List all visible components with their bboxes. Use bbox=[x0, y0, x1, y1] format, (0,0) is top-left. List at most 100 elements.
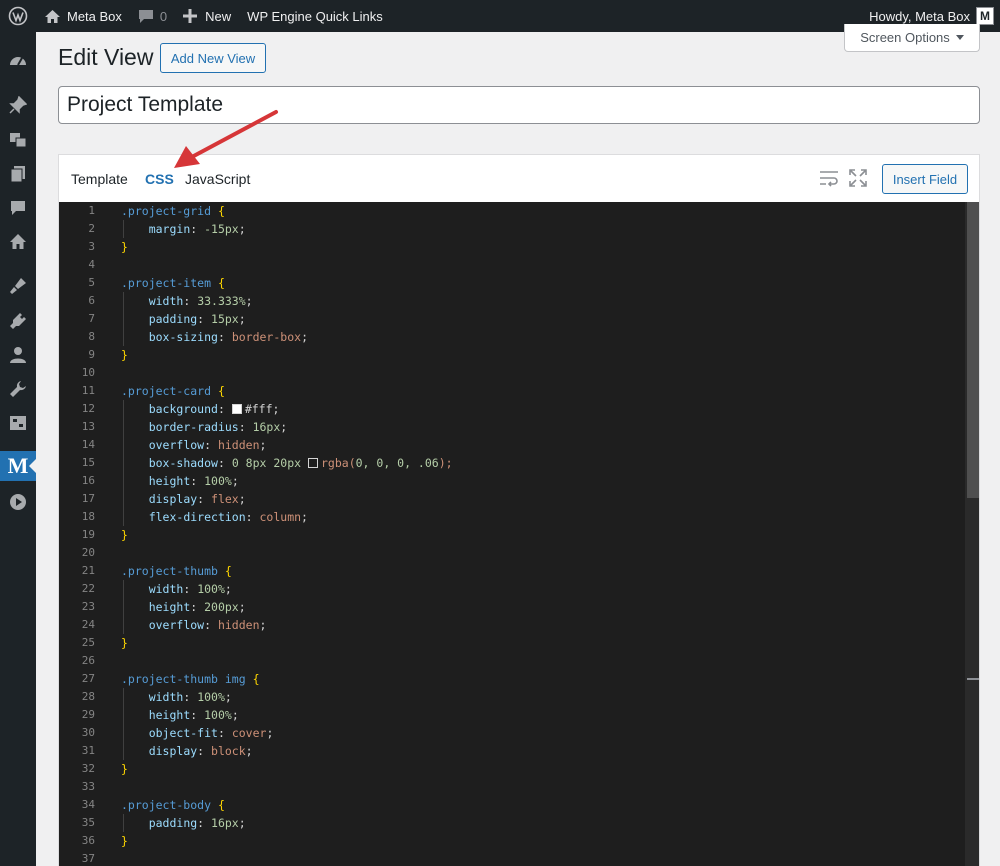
value: border-box bbox=[231, 330, 302, 344]
line-number: 11 bbox=[81, 384, 95, 397]
code-line: } bbox=[121, 528, 128, 542]
settings-icon[interactable] bbox=[0, 408, 36, 438]
home-icon[interactable] bbox=[0, 227, 36, 257]
line-number: 35 bbox=[81, 816, 95, 829]
property: display bbox=[148, 492, 198, 506]
scrollbar-thumb[interactable] bbox=[967, 202, 979, 498]
code-line: background: #fff; bbox=[148, 402, 280, 416]
selector: .project-item bbox=[121, 276, 212, 290]
line-number: 8 bbox=[88, 330, 95, 343]
code-line: border-radius: 16px; bbox=[148, 420, 288, 434]
appearance-icon[interactable] bbox=[0, 271, 36, 301]
color-swatch bbox=[308, 458, 318, 468]
value: 33.333% bbox=[197, 294, 246, 308]
comments-count: 0 bbox=[159, 8, 168, 24]
play-icon[interactable] bbox=[0, 487, 36, 517]
dashboard-icon[interactable] bbox=[0, 46, 36, 76]
line-number: 20 bbox=[81, 546, 95, 559]
comment-icon bbox=[138, 9, 154, 24]
code-editor-panel: Template CSS JavaScript Insert Field 123… bbox=[58, 154, 980, 866]
line-number: 32 bbox=[81, 762, 95, 775]
media-icon[interactable] bbox=[0, 125, 36, 155]
pin-icon[interactable] bbox=[0, 90, 36, 120]
comments-icon[interactable] bbox=[0, 193, 36, 223]
pages-icon[interactable] bbox=[0, 159, 36, 189]
code-line: } bbox=[121, 834, 128, 848]
line-number: 24 bbox=[81, 618, 95, 631]
code-line: padding: 15px; bbox=[148, 312, 246, 326]
code-line: margin: -15px; bbox=[148, 222, 246, 236]
code-line: } bbox=[121, 636, 128, 650]
tools-icon[interactable] bbox=[0, 374, 36, 404]
insert-field-button[interactable]: Insert Field bbox=[882, 164, 968, 194]
code-line: display: block; bbox=[148, 744, 253, 758]
line-number: 16 bbox=[81, 474, 95, 487]
plus-icon bbox=[183, 9, 198, 23]
tab-template[interactable]: Template bbox=[71, 171, 128, 187]
line-number: 26 bbox=[81, 654, 95, 667]
new-label: New bbox=[205, 8, 232, 24]
code-line: box-shadow: 0 8px 20px rgba(0, 0, 0, .06… bbox=[148, 456, 453, 470]
value: 15px bbox=[211, 312, 239, 326]
line-number: 36 bbox=[81, 834, 95, 847]
value: 16px bbox=[252, 420, 281, 434]
comments-link[interactable]: 0 bbox=[130, 0, 175, 32]
screen-options-button[interactable]: Screen Options bbox=[844, 24, 980, 52]
code-line: overflow: hidden; bbox=[148, 438, 267, 452]
line-number: 29 bbox=[81, 708, 95, 721]
line-number-gutter: 1 2 3 4 5 6 7 8 9 10 11 12 13 14 15 16 17 18 19 20 21 22 23 24 2… bbox=[59, 202, 105, 866]
line-number: 2 bbox=[88, 222, 95, 235]
home-icon bbox=[44, 9, 61, 24]
value: 16px bbox=[211, 816, 239, 830]
value: column bbox=[259, 510, 302, 524]
fullscreen-icon[interactable] bbox=[849, 169, 867, 192]
property: overflow bbox=[148, 618, 205, 632]
value: flex bbox=[211, 492, 239, 506]
code-line: flex-direction: column; bbox=[148, 510, 308, 524]
property: width bbox=[148, 582, 184, 596]
line-number: 25 bbox=[81, 636, 95, 649]
code-line: height: 100%; bbox=[148, 474, 239, 488]
property: flex-direction bbox=[148, 510, 246, 524]
wordpress-logo-icon[interactable] bbox=[0, 0, 36, 32]
code-line: .project-card { bbox=[121, 384, 225, 398]
quick-links-menu[interactable]: WP Engine Quick Links bbox=[239, 0, 391, 32]
brace: } bbox=[121, 240, 128, 254]
property: height bbox=[148, 708, 191, 722]
code-area[interactable]: 1 2 3 4 5 6 7 8 9 10 11 12 13 14 15 16 17 18 19 20 21 22 23 24 2… bbox=[59, 202, 979, 866]
property: margin bbox=[148, 222, 191, 236]
selector: .project-card bbox=[121, 384, 212, 398]
value: 200px bbox=[204, 600, 239, 614]
new-content-link[interactable]: New bbox=[175, 0, 239, 32]
brace: { bbox=[217, 204, 225, 218]
value: hidden bbox=[217, 438, 260, 452]
add-new-view-button[interactable]: Add New View bbox=[160, 43, 266, 73]
site-name-link[interactable]: Meta Box bbox=[36, 0, 130, 32]
line-number: 6 bbox=[88, 294, 95, 307]
code-line: .project-thumb img { bbox=[121, 672, 260, 686]
value: hidden bbox=[217, 618, 260, 632]
meta-box-icon[interactable]: M bbox=[0, 451, 36, 481]
function-close: ); bbox=[438, 456, 453, 470]
current-menu-arrow bbox=[29, 459, 36, 473]
line-number: 3 bbox=[88, 240, 95, 253]
plugins-icon[interactable] bbox=[0, 306, 36, 336]
value: 100% bbox=[204, 474, 232, 488]
line-number: 14 bbox=[81, 438, 95, 451]
quick-links-label: WP Engine Quick Links bbox=[247, 8, 383, 24]
line-number: 37 bbox=[81, 852, 95, 865]
users-icon[interactable] bbox=[0, 340, 36, 370]
meta-box-logo: M bbox=[7, 453, 29, 478]
admin-sidebar: M bbox=[0, 32, 36, 866]
line-number: 27 bbox=[81, 672, 95, 685]
code-line: } bbox=[121, 238, 128, 256]
line-number: 30 bbox=[81, 726, 95, 739]
code-line: .project-item { bbox=[121, 276, 225, 290]
property: width bbox=[148, 690, 184, 704]
line-number: 10 bbox=[81, 366, 95, 379]
scrollbar-marker bbox=[967, 678, 979, 680]
line-number: 34 bbox=[81, 798, 95, 811]
screen-options-label: Screen Options bbox=[860, 30, 950, 45]
code-line: display: flex; bbox=[148, 492, 246, 506]
word-wrap-icon[interactable] bbox=[819, 169, 839, 192]
